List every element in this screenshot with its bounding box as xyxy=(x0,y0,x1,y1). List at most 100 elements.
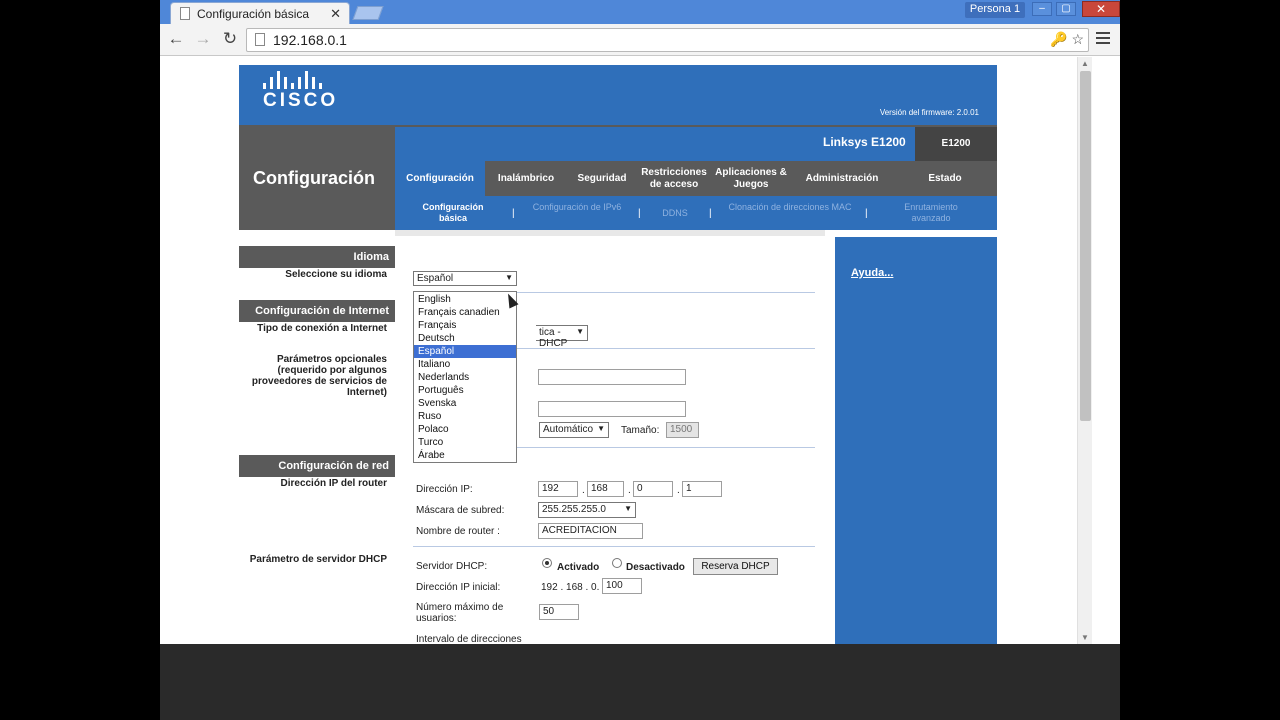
language-option[interactable]: Svenska xyxy=(414,397,516,410)
subnet-mask-value: 255.255.255.0 xyxy=(542,504,606,515)
dhcp-on-radio[interactable] xyxy=(542,558,552,568)
firmware-version: Versión del firmware: 2.0.01 xyxy=(879,108,979,117)
help-link[interactable]: Ayuda... xyxy=(851,267,893,279)
submenu-ipv6[interactable]: Configuración de IPv6 xyxy=(531,202,623,213)
connection-type-value: tica - DHCP xyxy=(539,327,568,349)
start-ip-last-field[interactable]: 100 xyxy=(602,578,642,594)
submenu-basica[interactable]: Configuración básica xyxy=(411,202,495,224)
menu-inalambrico[interactable]: Inalámbrico xyxy=(485,161,567,196)
section-red: Configuración de red xyxy=(239,455,395,477)
language-option[interactable]: Nederlands xyxy=(414,371,516,384)
submenu-enrutamiento[interactable]: Enrutamiento avanzado xyxy=(893,202,969,224)
language-option[interactable]: Polaco xyxy=(414,423,516,436)
mtu-size-field[interactable]: 1500 xyxy=(666,422,699,438)
mtu-value: Automático xyxy=(543,424,594,435)
url-text: 192.168.0.1 xyxy=(273,32,347,48)
dhcp-reserve-button[interactable]: Reserva DHCP xyxy=(693,558,778,575)
address-bar[interactable]: 192.168.0.1 🔑 ☆ xyxy=(246,28,1089,52)
product-bar xyxy=(395,127,997,161)
chevron-down-icon: ▼ xyxy=(624,504,632,513)
main-menu: Configuración Inalámbrico Seguridad Rest… xyxy=(395,161,997,196)
maximize-button[interactable]: ▢ xyxy=(1056,2,1076,16)
language-option-selected[interactable]: Español xyxy=(414,345,516,358)
ip-octet-2[interactable]: 168 xyxy=(587,481,624,497)
language-option[interactable]: Français xyxy=(414,319,516,332)
label-tipo-conexion: Tipo de conexión a Internet xyxy=(257,323,387,334)
chevron-down-icon: ▼ xyxy=(597,424,605,433)
ip-octet-4[interactable]: 1 xyxy=(682,481,722,497)
logo-text: CISCO xyxy=(263,90,339,111)
language-option[interactable]: Italiano xyxy=(414,358,516,371)
max-users-label: Número máximo de usuarios: xyxy=(416,602,504,624)
language-option[interactable]: Árabe xyxy=(414,449,516,462)
start-ip-prefix: 192 . 168 . 0. xyxy=(541,582,600,593)
ip-octet-1[interactable]: 192 xyxy=(538,481,578,497)
separator: | xyxy=(638,208,641,219)
connection-type-select[interactable]: tica - DHCP ▼ xyxy=(536,325,588,349)
minimize-button[interactable]: – xyxy=(1032,2,1052,16)
page-viewport: CISCO Versión del firmware: 2.0.01 Links… xyxy=(160,57,1080,644)
start-ip-label: Dirección IP inicial: xyxy=(416,582,501,593)
dhcp-off-label: Desactivado xyxy=(626,562,685,573)
browser-tab[interactable]: Configuración básica ✕ xyxy=(170,2,350,24)
range-label: Intervalo de direcciones xyxy=(416,634,522,644)
letterbox-right xyxy=(1120,0,1280,720)
product-name: Linksys E1200 xyxy=(823,135,906,149)
hamburger-menu-icon[interactable] xyxy=(1096,32,1110,46)
profile-button[interactable]: Persona 1 xyxy=(965,2,1025,18)
submenu-ddns[interactable]: DDNS xyxy=(653,208,697,219)
dhcp-on-label: Activado xyxy=(557,562,600,573)
router-admin-page: CISCO Versión del firmware: 2.0.01 Links… xyxy=(239,65,997,644)
scroll-up-icon[interactable]: ▲ xyxy=(1081,59,1089,68)
label-ip-router: Dirección IP del router xyxy=(280,478,387,489)
scrollbar-thumb[interactable] xyxy=(1080,71,1091,421)
menu-administracion[interactable]: Administración xyxy=(791,161,893,196)
ip-octet-3[interactable]: 0 xyxy=(633,481,673,497)
language-option[interactable]: Português xyxy=(414,384,516,397)
subnet-mask-select[interactable]: 255.255.255.0 ▼ xyxy=(538,502,636,518)
ip-dot: . xyxy=(628,485,631,496)
label-dhcp-param: Parámetro de servidor DHCP xyxy=(249,554,387,565)
label-parametros-opcionales: Parámetros opcionales (requerido por alg… xyxy=(251,354,387,398)
optional-field-1[interactable] xyxy=(538,369,686,385)
reload-icon[interactable]: ↻ xyxy=(220,30,240,50)
forward-arrow-icon[interactable]: → xyxy=(193,30,213,50)
header-banner: CISCO Versión del firmware: 2.0.01 xyxy=(239,65,997,125)
language-option[interactable]: Ruso xyxy=(414,410,516,423)
cisco-logo: CISCO xyxy=(263,71,338,112)
menu-seguridad[interactable]: Seguridad xyxy=(567,161,637,196)
separator: | xyxy=(709,208,712,219)
section-internet: Configuración de Internet xyxy=(239,300,395,322)
back-arrow-icon[interactable]: ← xyxy=(166,30,186,50)
tab-close-icon[interactable]: ✕ xyxy=(330,6,341,22)
max-users-field[interactable]: 50 xyxy=(539,604,579,620)
language-option[interactable]: English xyxy=(414,293,516,306)
ip-dot: . xyxy=(582,485,585,496)
language-option[interactable]: Turco xyxy=(414,436,516,449)
language-option[interactable]: Français canadien xyxy=(414,306,516,319)
menu-estado[interactable]: Estado xyxy=(893,161,997,196)
dhcp-off-radio[interactable] xyxy=(612,558,622,568)
help-panel: Ayuda... xyxy=(825,237,997,644)
browser-toolbar: ← → ↻ 192.168.0.1 🔑 ☆ xyxy=(160,24,1120,56)
router-name-field[interactable]: ACREDITACION xyxy=(538,523,643,539)
title-bar: Configuración básica ✕ Persona 1 – ▢ ✕ xyxy=(160,0,1120,24)
vertical-scrollbar[interactable]: ▲ ▼ xyxy=(1077,57,1092,644)
bookmark-star-icon[interactable]: 🔑 ☆ xyxy=(1050,31,1084,48)
optional-field-2[interactable] xyxy=(538,401,686,417)
new-tab-button[interactable] xyxy=(352,6,384,20)
language-dropdown-list: English Français canadien Français Deuts… xyxy=(413,291,517,463)
close-window-button[interactable]: ✕ xyxy=(1082,1,1120,17)
letterbox-left xyxy=(0,0,160,720)
submenu-mac[interactable]: Clonación de direcciones MAC xyxy=(725,202,855,213)
language-option[interactable]: Deutsch xyxy=(414,332,516,345)
chevron-down-icon: ▼ xyxy=(505,273,513,282)
scroll-down-icon[interactable]: ▼ xyxy=(1081,633,1089,642)
mtu-select[interactable]: Automático ▼ xyxy=(539,422,609,438)
menu-aplicaciones[interactable]: Aplicaciones & Juegos xyxy=(711,161,791,196)
menu-restricciones[interactable]: Restricciones de acceso xyxy=(637,161,711,196)
menu-configuracion[interactable]: Configuración xyxy=(395,161,485,196)
language-select[interactable]: Español ▼ xyxy=(413,271,517,286)
letterbox-bottom xyxy=(160,644,1120,720)
router-name-label: Nombre de router : xyxy=(416,526,500,537)
